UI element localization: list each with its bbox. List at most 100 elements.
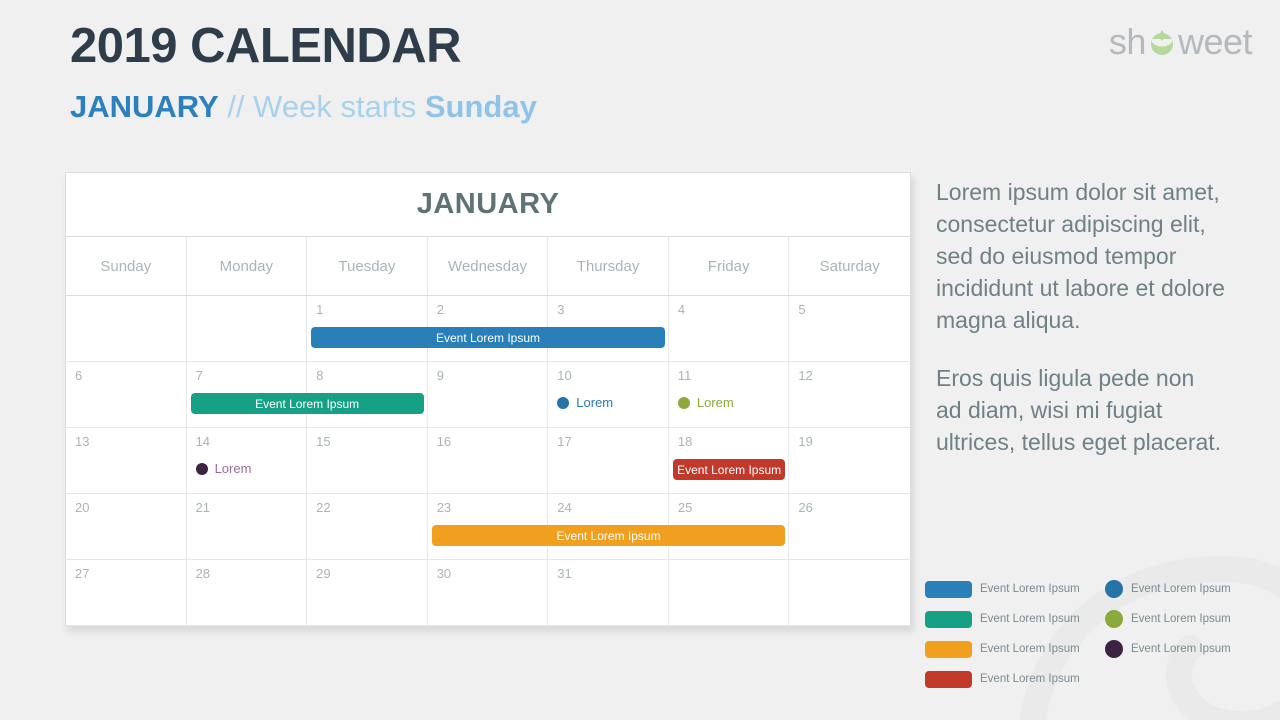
calendar-day-cell-17[interactable]: 17: [548, 428, 669, 493]
calendar-card: JANUARY Sunday Monday Tuesday Wednesday Thur…: [65, 172, 911, 627]
calendar-day-number: 10: [557, 368, 572, 383]
legend-row-bar: Event Lorem Ipsum: [925, 608, 1095, 630]
brand-text-prefix: sh: [1108, 21, 1147, 62]
description-text: Lorem ipsum dolor sit amet, consectetur …: [936, 176, 1226, 458]
legend-label: Event Lorem Ipsum: [1131, 643, 1231, 655]
calendar-day-number: 26: [798, 500, 813, 515]
calendar-day-cell-15[interactable]: 15: [307, 428, 428, 493]
legend: Event Lorem Ipsum Event Lorem Ipsum Event …: [925, 578, 1265, 690]
calendar-day-number: 25: [677, 500, 693, 515]
legend-row-dot: Event Lorem Ipsum: [1105, 578, 1265, 600]
calendar-day-cell-26[interactable]: 26: [789, 494, 910, 559]
calendar-day-name-wednesday: Wednesday: [428, 237, 549, 295]
calendar-event-dot-label: Lorem: [214, 461, 252, 476]
legend-swatch-dot-icon: [1105, 640, 1123, 658]
calendar-day-number: 27: [75, 566, 90, 581]
calendar-day-number: 29: [316, 566, 331, 581]
subtitle-week-starts: Week starts: [253, 88, 425, 124]
calendar-day-number: 2: [436, 302, 444, 317]
calendar-event-dot-item[interactable]: Lorem: [557, 395, 613, 410]
calendar-day-cell-29[interactable]: 29: [307, 560, 428, 625]
calendar-day-number: 31: [557, 566, 572, 581]
calendar-day-number: 1: [316, 302, 324, 317]
legend-row-dot: Event Lorem Ipsum: [1105, 638, 1265, 660]
brand-text-suffix: weet: [1177, 21, 1253, 62]
calendar-day-number: 5: [798, 302, 806, 317]
calendar-day-number: 9: [436, 368, 444, 383]
calendar-day-number: 4: [677, 302, 686, 317]
calendar-day-cell-31[interactable]: 31: [548, 560, 669, 625]
calendar-day-cell-6[interactable]: 6: [66, 362, 187, 427]
legend-row-bar: Event Lorem Ipsum: [925, 668, 1095, 690]
legend-label: Event Lorem Ipsum: [980, 613, 1080, 625]
calendar-day-number: 7: [195, 368, 203, 383]
calendar-day-cell-empty[interactable]: [66, 296, 187, 361]
calendar-day-cell-30[interactable]: 30: [428, 560, 549, 625]
calendar-event-dot-icon: [677, 396, 690, 409]
page-subtitle: JANUARY // Week starts Sunday: [70, 88, 537, 125]
legend-row-bar: Event Lorem Ipsum: [925, 578, 1095, 600]
calendar-event-dot-label: Lorem: [696, 395, 734, 410]
calendar-day-number: 28: [195, 566, 211, 581]
page-title: 2019 CALENDAR: [70, 19, 462, 73]
calendar-event-bar[interactable]: Event Lorem Ipsum: [672, 459, 786, 480]
calendar-day-name-thursday: Thursday: [548, 237, 669, 295]
subtitle-month: JANUARY: [70, 88, 219, 124]
calendar-day-number: 15: [316, 434, 331, 449]
calendar-day-cell-28[interactable]: 28: [187, 560, 308, 625]
calendar-day-cell-empty[interactable]: [789, 560, 910, 625]
calendar-day-number: 13: [75, 434, 90, 449]
calendar-day-number: 30: [436, 566, 452, 581]
calendar-event-bar-label: Event Lorem Ipsum: [556, 528, 661, 543]
calendar-day-cell-20[interactable]: 20: [66, 494, 187, 559]
calendar-day-cell-9[interactable]: 9: [428, 362, 549, 427]
calendar-event-dot-icon: [557, 396, 570, 409]
calendar-day-number: 24: [557, 500, 572, 515]
legend-label: Event Lorem Ipsum: [980, 673, 1080, 685]
calendar-day-number: 14: [195, 434, 211, 449]
calendar-event-bar[interactable]: Event Lorem Ipsum: [431, 525, 786, 546]
subtitle-start-day: Sunday: [424, 88, 537, 124]
calendar-event-dot-item[interactable]: Lorem: [677, 395, 734, 410]
legend-label: Event Lorem Ipsum: [980, 583, 1080, 595]
legend-column-bars: Event Lorem Ipsum Event Lorem Ipsum Event …: [925, 578, 1095, 690]
calendar-day-cell-21[interactable]: 21: [187, 494, 308, 559]
description-paragraph-1: Lorem ipsum dolor sit amet, consectetur …: [936, 179, 1225, 333]
calendar-event-bar[interactable]: Event Lorem Ipsum: [311, 327, 665, 348]
calendar-event-bar-label: Event Lorem Ipsum: [255, 396, 360, 411]
calendar-day-cell-empty[interactable]: [187, 296, 308, 361]
calendar-grid: 1 2 3 4 5 6 7 8 9 10 11 12 13 14 15 16 17 18 19 20 21 22 23 24 2…: [66, 296, 910, 626]
calendar-day-number: 20: [75, 500, 90, 515]
calendar-event-dot-label: Lorem: [576, 395, 614, 410]
legend-label: Event Lorem Ipsum: [980, 643, 1080, 655]
legend-swatch-bar-icon: [925, 610, 972, 628]
calendar-day-number: 23: [436, 500, 452, 515]
calendar-day-number: 16: [436, 434, 452, 449]
calendar-day-cell-19[interactable]: 19: [789, 428, 910, 493]
calendar-day-number: 12: [798, 368, 813, 383]
calendar-week-row: 27 28 29 30 31: [66, 560, 910, 626]
calendar-day-name-sunday: Sunday: [66, 237, 187, 295]
legend-swatch-dot-icon: [1105, 580, 1123, 598]
calendar-event-bar[interactable]: Event Lorem Ipsum: [190, 393, 424, 414]
legend-column-dots: Event Lorem Ipsum Event Lorem Ipsum Event …: [1105, 578, 1265, 690]
legend-swatch-bar-icon: [925, 640, 972, 658]
calendar-day-name-friday: Friday: [669, 237, 790, 295]
calendar-day-cell-13[interactable]: 13: [66, 428, 187, 493]
calendar-day-cell-12[interactable]: 12: [789, 362, 910, 427]
subtitle-separator: //: [218, 88, 254, 124]
calendar-day-cell-empty[interactable]: [669, 560, 790, 625]
legend-swatch-bar-icon: [925, 580, 972, 598]
calendar-day-name-tuesday: Tuesday: [307, 237, 428, 295]
calendar-day-number: 8: [316, 368, 324, 383]
calendar-event-dot-item[interactable]: Lorem: [195, 461, 252, 476]
calendar-day-cell-27[interactable]: 27: [66, 560, 187, 625]
header-title-block: 2019 CALENDAR JANUARY // Week starts Sun…: [70, 18, 537, 125]
calendar-day-number: 6: [75, 368, 83, 383]
calendar-day-cell-4[interactable]: 4: [669, 296, 790, 361]
legend-label: Event Lorem Ipsum: [1131, 583, 1231, 595]
calendar-day-cell-16[interactable]: 16: [428, 428, 549, 493]
calendar-day-cell-22[interactable]: 22: [307, 494, 428, 559]
calendar-day-name-monday: Monday: [187, 237, 308, 295]
calendar-day-cell-5[interactable]: 5: [789, 296, 910, 361]
